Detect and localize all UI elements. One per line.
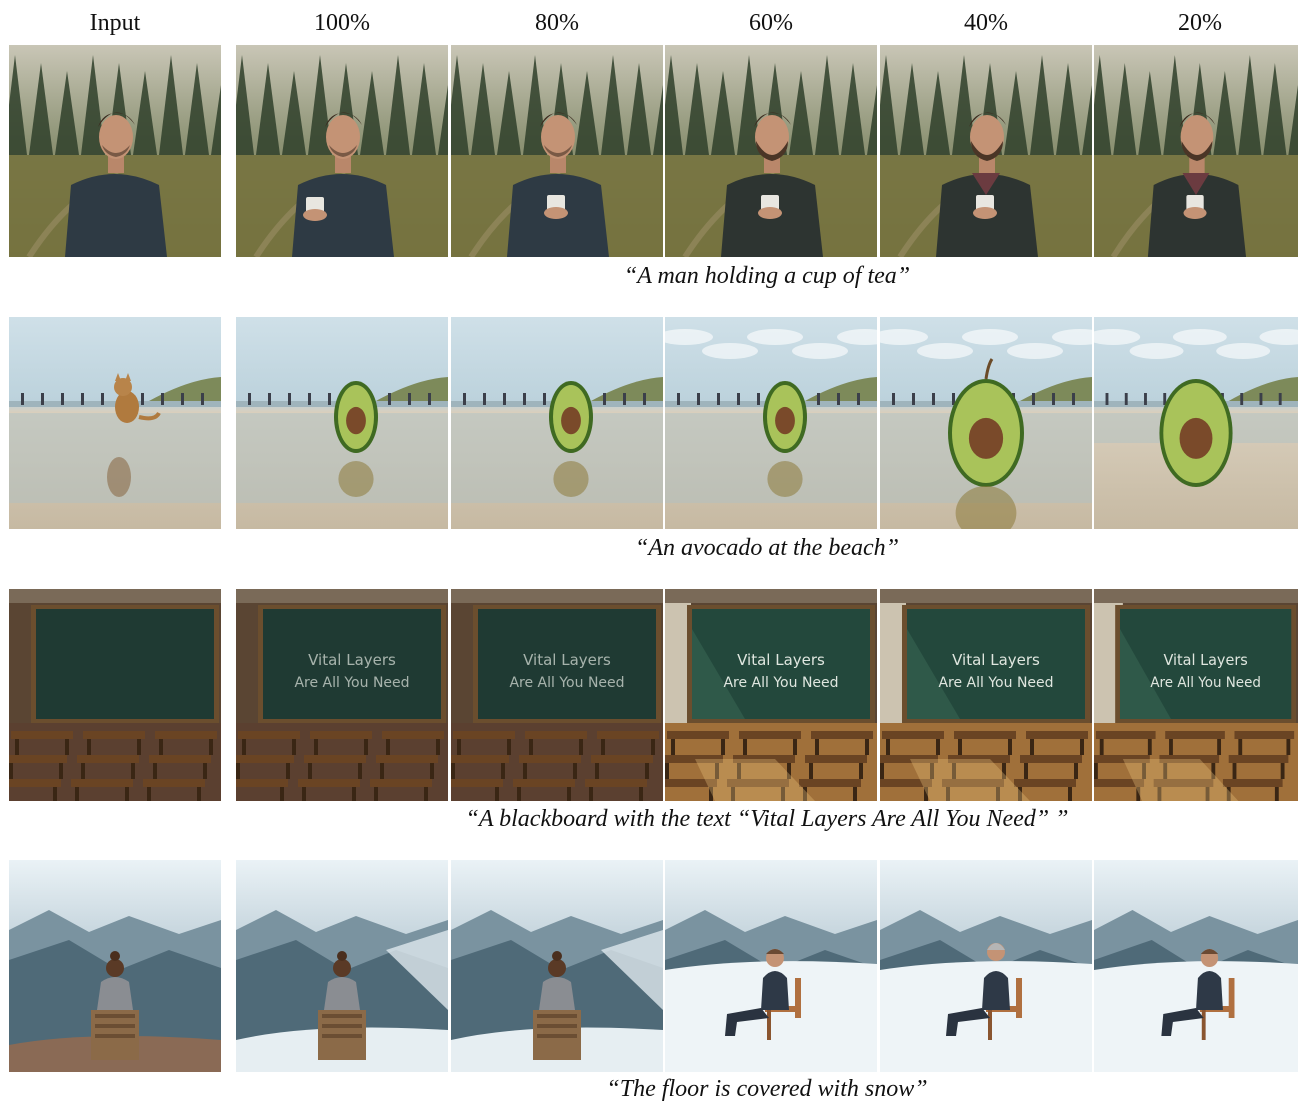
image-row-2-col-4	[665, 317, 877, 529]
column-header-60: 60%	[749, 10, 793, 36]
svg-text:Vital Layers: Vital Layers	[737, 651, 825, 669]
svg-text:Are All You Need: Are All You Need	[294, 675, 409, 691]
image-row-1-col-5	[880, 45, 1092, 257]
image-row-1-col-1	[9, 45, 221, 257]
image-row-3-col-6: Vital Layers Are All You Need	[1094, 589, 1298, 801]
image-row-1-col-3	[451, 45, 663, 257]
image-row-2-col-5	[880, 317, 1092, 529]
image-row-3-col-2: Vital Layers Are All You Need	[236, 589, 448, 801]
image-row-3-col-3: Vital Layers Are All You Need	[451, 589, 663, 801]
column-header-20: 20%	[1178, 10, 1222, 36]
caption-row-3: “A blackboard with the text “Vital Layer…	[465, 806, 1069, 832]
image-row-2-col-1	[9, 317, 221, 529]
image-row-3-col-1	[9, 589, 221, 801]
svg-text:Are All You Need: Are All You Need	[1150, 675, 1261, 691]
caption-row-4: “The floor is covered with snow”	[606, 1076, 928, 1102]
column-header-40: 40%	[964, 10, 1008, 36]
svg-text:Are All You Need: Are All You Need	[938, 675, 1053, 691]
image-row-3-col-5: Vital Layers Are All You Need	[880, 589, 1092, 801]
column-header-100: 100%	[314, 10, 370, 36]
image-row-2-col-6	[1094, 317, 1298, 529]
caption-row-1: “A man holding a cup of tea”	[623, 263, 911, 289]
image-row-4-col-2	[236, 860, 448, 1072]
image-row-4-col-1	[9, 860, 221, 1072]
image-row-4-col-3	[451, 860, 663, 1072]
column-header-80: 80%	[535, 10, 579, 36]
image-row-3-col-4: Vital Layers Are All You Need	[665, 589, 877, 801]
svg-text:Vital Layers: Vital Layers	[523, 651, 611, 669]
svg-text:Are All You Need: Are All You Need	[723, 675, 838, 691]
column-header-input: Input	[89, 10, 141, 36]
image-row-4-col-4	[665, 860, 877, 1072]
svg-text:Are All You Need: Are All You Need	[509, 675, 624, 691]
image-row-2-col-3	[451, 317, 663, 529]
svg-text:Vital Layers: Vital Layers	[952, 651, 1040, 669]
image-row-1-col-2	[236, 45, 448, 257]
caption-row-2: “An avocado at the beach”	[635, 535, 899, 561]
image-row-4-col-6	[1094, 860, 1298, 1072]
svg-text:Vital Layers: Vital Layers	[308, 651, 396, 669]
image-row-1-col-6	[1094, 45, 1298, 257]
svg-text:Vital Layers: Vital Layers	[1163, 652, 1247, 669]
image-row-4-col-5	[880, 860, 1092, 1072]
image-row-1-col-4	[665, 45, 877, 257]
image-row-2-col-2	[236, 317, 448, 529]
